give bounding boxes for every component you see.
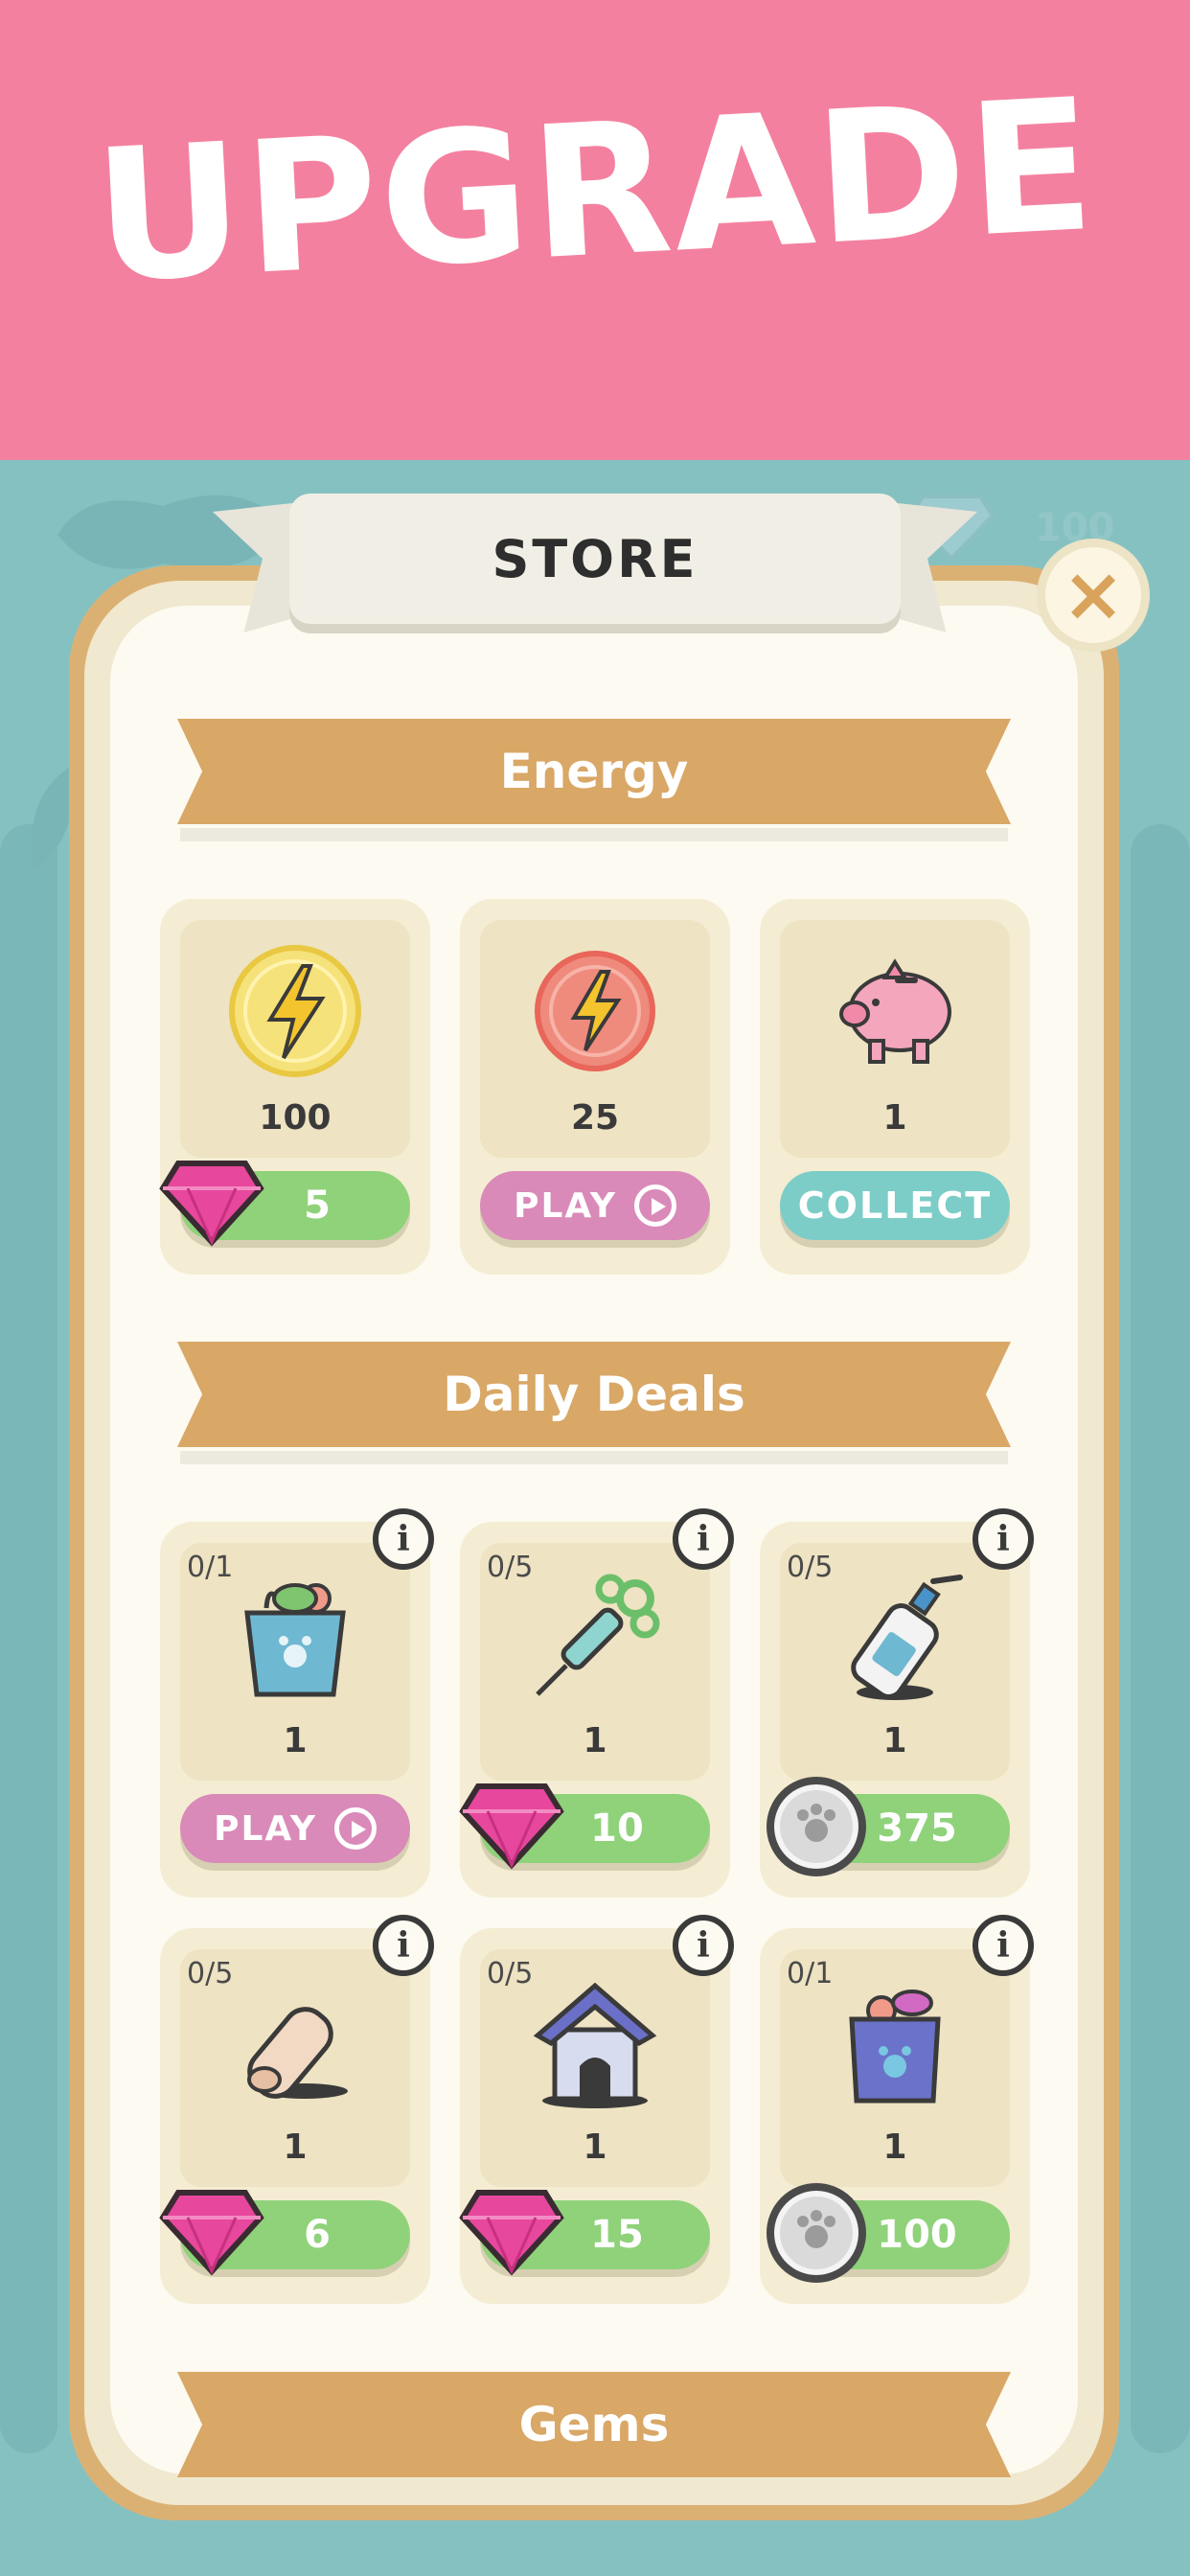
buy-deal-button[interactable]: 100 <box>767 2183 1010 2283</box>
shampoo-bottle-icon <box>851 1575 963 1700</box>
syringe-icon <box>536 1574 660 1696</box>
deal-amount: 1 <box>583 1721 607 1760</box>
doghouse-icon <box>533 1982 657 2108</box>
piggy-amount: 1 <box>882 1098 907 1138</box>
play-label: PLAY <box>514 1185 617 1226</box>
buy-deal-button[interactable]: 10 <box>459 1783 710 1870</box>
buy-energy-button[interactable]: 5 <box>159 1161 410 1247</box>
info-button[interactable]: i <box>673 1915 734 1976</box>
gem-icon <box>159 1161 264 1247</box>
deal-card-bag: 0/1 1 PLAY i <box>160 1508 434 1898</box>
promo-title: UPGRADE <box>89 58 1101 324</box>
info-button[interactable]: i <box>973 1915 1034 1976</box>
price-label: 5 <box>304 1184 331 1228</box>
energy-amount: 100 <box>259 1098 332 1138</box>
lightning-coin-icon <box>229 945 361 1077</box>
deal-card-gift-bag: 0/1 1 100 i <box>760 1915 1034 2304</box>
paw-coin-icon <box>767 1777 866 1876</box>
info-button[interactable]: i <box>973 1508 1034 1570</box>
play-label: PLAY <box>214 1808 317 1849</box>
deal-amount: 1 <box>882 2128 907 2167</box>
deal-card-doghouse: 0/5 1 15 i <box>459 1915 734 2304</box>
buy-deal-button[interactable]: 375 <box>767 1777 1010 1876</box>
store-title: STORE <box>289 494 901 624</box>
collect-button[interactable]: COLLECT <box>780 1171 1010 1240</box>
gem-icon <box>459 2190 564 2276</box>
ribbon-shadow <box>180 1451 1008 1464</box>
paw-coin-icon <box>767 2183 866 2283</box>
deal-amount: 1 <box>283 1721 308 1760</box>
piggy-bank-icon <box>839 958 951 1064</box>
energy-amount: 25 <box>570 1098 620 1138</box>
price-label: 6 <box>304 2213 331 2257</box>
price-label: 10 <box>590 1806 644 1851</box>
deal-card-shampoo: 0/5 1 375 i <box>760 1508 1034 1898</box>
section-header-daily-deals: Daily Deals <box>177 1342 1011 1447</box>
energy-card-100: 100 5 <box>159 899 430 1275</box>
price-label: 100 <box>877 2213 957 2257</box>
deal-card-syringe: 0/5 1 10 i <box>459 1508 734 1898</box>
deal-card-bone: 0/5 1 6 i <box>159 1915 434 2304</box>
play-icon <box>633 1184 676 1227</box>
shopping-bag-icon <box>244 1583 346 1697</box>
gem-icon <box>459 1783 564 1870</box>
promo-banner: UPGRADE <box>0 0 1190 460</box>
energy-card-25: 25 PLAY <box>460 899 730 1275</box>
deal-amount: 1 <box>882 1721 907 1760</box>
section-header-gems: Gems <box>177 2372 1011 2477</box>
section-header-energy: Energy <box>177 719 1011 824</box>
info-button[interactable]: i <box>373 1915 434 1976</box>
deal-amount: 1 <box>583 2128 607 2167</box>
close-button[interactable]: × <box>1037 539 1150 652</box>
lightning-coin-icon <box>535 951 655 1071</box>
play-icon <box>333 1807 377 1850</box>
play-ad-button[interactable]: PLAY <box>180 1794 410 1863</box>
deal-amount: 1 <box>283 2128 308 2167</box>
play-ad-button[interactable]: PLAY <box>480 1171 710 1240</box>
info-button[interactable]: i <box>373 1508 434 1570</box>
price-label: 375 <box>877 1806 957 1851</box>
info-button[interactable]: i <box>673 1508 734 1570</box>
energy-card-piggy: 1 COLLECT <box>760 899 1030 1275</box>
ribbon-shadow <box>180 828 1008 841</box>
price-label: 15 <box>590 2213 644 2257</box>
gift-bag-icon <box>849 1990 941 2104</box>
buy-deal-button[interactable]: 6 <box>159 2190 410 2276</box>
buy-deal-button[interactable]: 15 <box>459 2190 710 2276</box>
gem-icon <box>159 2190 264 2276</box>
bone-icon <box>247 2007 348 2099</box>
